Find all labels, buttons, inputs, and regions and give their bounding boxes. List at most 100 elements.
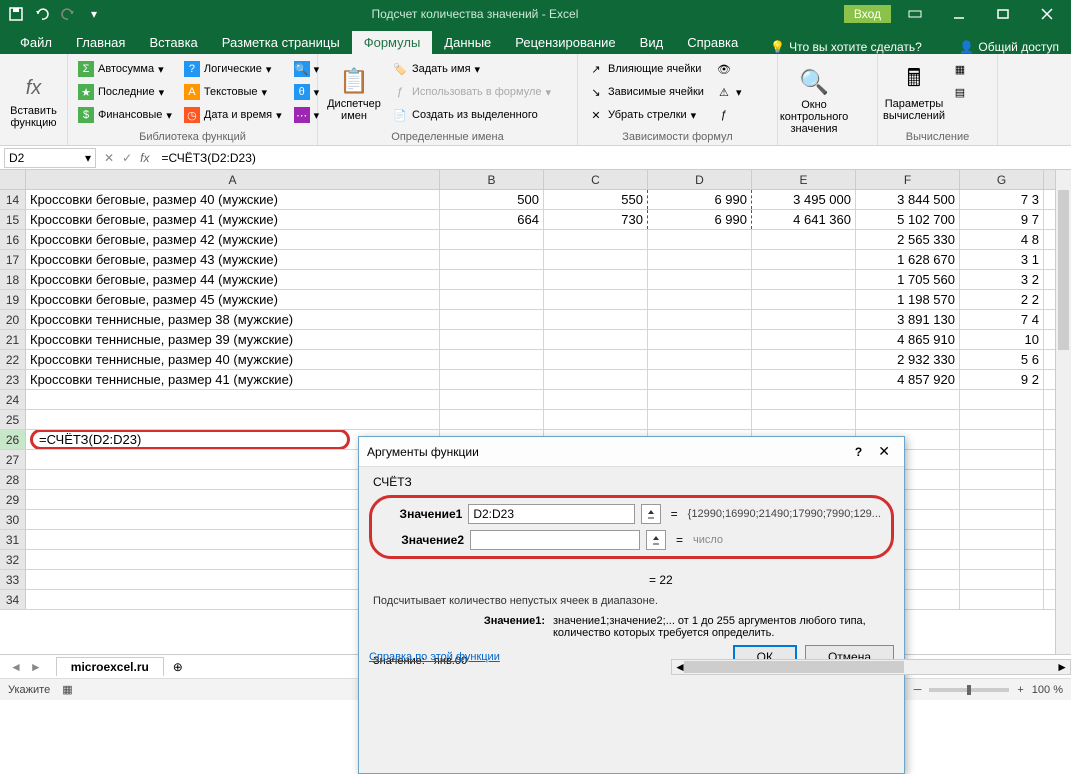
watch-window-button[interactable]: 🔍 Окно контрольного значения <box>784 58 844 143</box>
autosum-button[interactable]: ΣАвтосумма ▾ <box>74 58 176 80</box>
arg2-ref-button[interactable] <box>646 530 666 550</box>
col-header-E[interactable]: E <box>752 170 856 189</box>
cell[interactable]: 664 <box>440 210 544 229</box>
row-header[interactable]: 29 <box>0 490 26 509</box>
cell[interactable] <box>960 530 1044 549</box>
insert-function-button[interactable]: fx Вставить функцию <box>6 58 61 143</box>
col-header-A[interactable]: A <box>26 170 440 189</box>
datetime-button[interactable]: ◷Дата и время ▾ <box>180 104 286 126</box>
cell[interactable] <box>26 410 440 429</box>
tab-home[interactable]: Главная <box>64 31 137 54</box>
cell[interactable] <box>856 390 960 409</box>
row-header[interactable]: 33 <box>0 570 26 589</box>
tab-layout[interactable]: Разметка страницы <box>210 31 352 54</box>
cell[interactable] <box>752 330 856 349</box>
cell[interactable]: 9 7 <box>960 210 1044 229</box>
select-all-corner[interactable] <box>0 170 26 189</box>
row-header[interactable]: 34 <box>0 590 26 609</box>
tab-review[interactable]: Рецензирование <box>503 31 627 54</box>
cell[interactable]: 7 4 <box>960 310 1044 329</box>
cell[interactable]: 500 <box>440 190 544 209</box>
evaluate-button[interactable]: ƒ <box>712 104 746 126</box>
cell[interactable]: Кроссовки беговые, размер 40 (мужские) <box>26 190 440 209</box>
accept-formula-icon[interactable]: ✓ <box>122 151 132 165</box>
cell[interactable]: 730 <box>544 210 648 229</box>
cell[interactable] <box>648 330 752 349</box>
cell[interactable]: 1 628 670 <box>856 250 960 269</box>
cell[interactable] <box>752 230 856 249</box>
cell[interactable]: 4 641 360 <box>752 210 856 229</box>
tab-view[interactable]: Вид <box>628 31 676 54</box>
row-header[interactable]: 14 <box>0 190 26 209</box>
logical-button[interactable]: ?Логические ▾ <box>180 58 286 80</box>
cell[interactable] <box>544 350 648 369</box>
row-header[interactable]: 28 <box>0 470 26 489</box>
cell[interactable] <box>440 250 544 269</box>
cell[interactable]: 3 891 130 <box>856 310 960 329</box>
tab-file[interactable]: Файл <box>8 31 64 54</box>
col-header-C[interactable]: C <box>544 170 648 189</box>
cell[interactable] <box>960 490 1044 509</box>
create-from-selection-button[interactable]: 📄Создать из выделенного <box>388 104 555 126</box>
cell[interactable]: Кроссовки теннисные, размер 38 (мужские) <box>26 310 440 329</box>
cell[interactable] <box>544 270 648 289</box>
cell[interactable] <box>648 410 752 429</box>
tab-insert[interactable]: Вставка <box>137 31 209 54</box>
cell[interactable]: 5 102 700 <box>856 210 960 229</box>
cell[interactable]: 3 844 500 <box>856 190 960 209</box>
remove-arrows-button[interactable]: ✕Убрать стрелки ▾ <box>584 104 708 126</box>
cell[interactable]: 10 <box>960 330 1044 349</box>
row-header[interactable]: 27 <box>0 450 26 469</box>
row-header[interactable]: 26 <box>0 430 26 449</box>
cell[interactable] <box>752 350 856 369</box>
col-header-F[interactable]: F <box>856 170 960 189</box>
cell[interactable] <box>960 430 1044 449</box>
cell[interactable]: 3 495 000 <box>752 190 856 209</box>
cell[interactable] <box>960 450 1044 469</box>
cell[interactable] <box>440 290 544 309</box>
fx-bar-icon[interactable]: fx <box>140 151 149 165</box>
cell[interactable]: 6 990 <box>648 210 752 229</box>
cell[interactable] <box>440 330 544 349</box>
row-header[interactable]: 32 <box>0 550 26 569</box>
cell[interactable]: 2 2 <box>960 290 1044 309</box>
cell[interactable] <box>752 250 856 269</box>
trace-precedents-button[interactable]: ↗Влияющие ячейки <box>584 58 708 80</box>
cell[interactable]: 3 1 <box>960 250 1044 269</box>
col-header-B[interactable]: B <box>440 170 544 189</box>
cell[interactable] <box>440 310 544 329</box>
cell[interactable] <box>960 570 1044 589</box>
cancel-formula-icon[interactable]: ✕ <box>104 151 114 165</box>
use-in-formula-button[interactable]: ƒИспользовать в формуле ▾ <box>388 81 555 103</box>
cell[interactable] <box>26 390 440 409</box>
row-header[interactable]: 17 <box>0 250 26 269</box>
cell[interactable]: 4 857 920 <box>856 370 960 389</box>
undo-icon[interactable] <box>30 2 54 26</box>
row-header[interactable]: 25 <box>0 410 26 429</box>
recent-button[interactable]: ★Последние ▾ <box>74 81 176 103</box>
calc-options-button[interactable]: 🖩 Параметры вычислений <box>884 58 944 129</box>
cell[interactable] <box>544 410 648 429</box>
cell[interactable] <box>440 390 544 409</box>
name-box[interactable]: D2▾ <box>4 148 96 168</box>
financial-button[interactable]: $Финансовые ▾ <box>74 104 176 126</box>
cell[interactable]: Кроссовки теннисные, размер 40 (мужские) <box>26 350 440 369</box>
row-header[interactable]: 20 <box>0 310 26 329</box>
zoom-slider[interactable] <box>929 688 1009 692</box>
cell[interactable] <box>856 410 960 429</box>
col-header-D[interactable]: D <box>648 170 752 189</box>
close-icon[interactable] <box>1027 2 1067 26</box>
minimize-icon[interactable] <box>939 2 979 26</box>
cell[interactable]: Кроссовки беговые, размер 43 (мужские) <box>26 250 440 269</box>
sheet-nav-next-icon[interactable]: ► <box>30 660 42 674</box>
arg1-ref-button[interactable] <box>641 504 661 524</box>
macro-record-icon[interactable]: ▦ <box>62 683 72 696</box>
cell[interactable] <box>648 230 752 249</box>
cell[interactable]: 3 2 <box>960 270 1044 289</box>
cell[interactable] <box>440 270 544 289</box>
cell[interactable] <box>752 410 856 429</box>
cell[interactable] <box>648 390 752 409</box>
cell[interactable] <box>440 410 544 429</box>
cell[interactable] <box>648 310 752 329</box>
arg2-input[interactable] <box>470 530 640 550</box>
